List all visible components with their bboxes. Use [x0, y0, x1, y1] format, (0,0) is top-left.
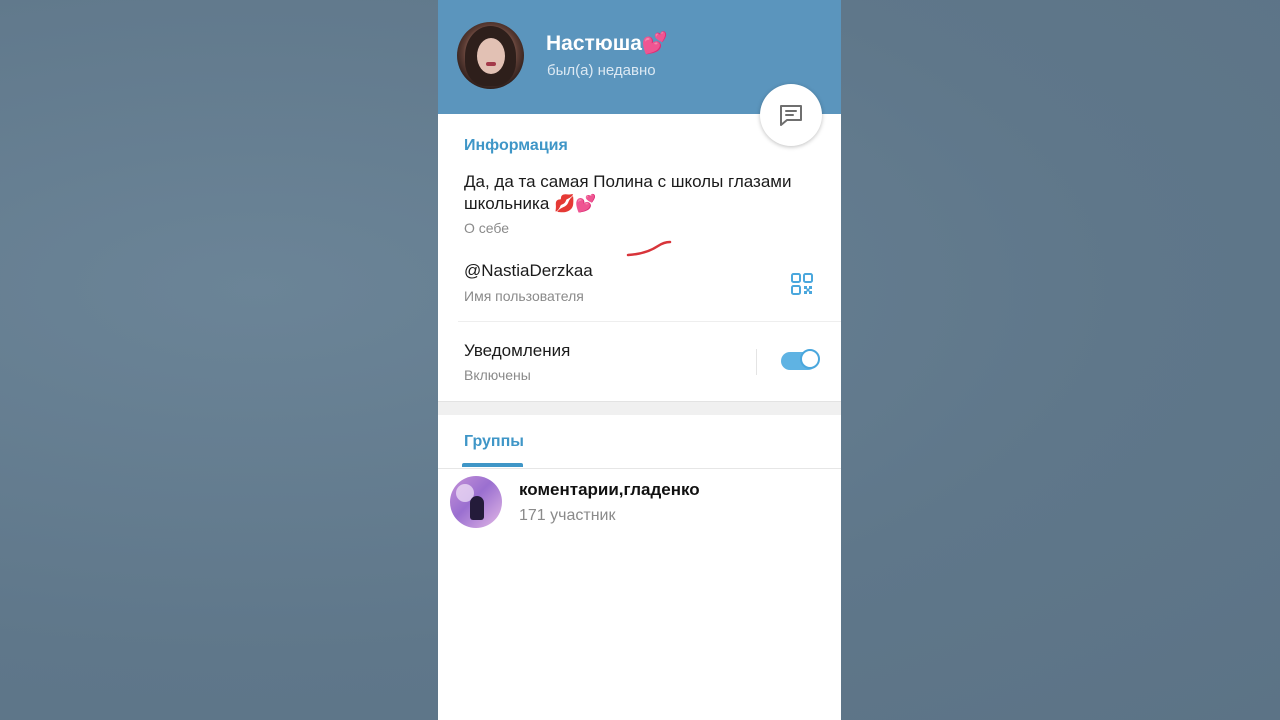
group-members: 171 участник — [519, 507, 616, 524]
divider — [458, 321, 841, 322]
profile-screen: Настюша💕 был(а) недавно Информация Да, д… — [438, 0, 841, 720]
message-button[interactable] — [760, 84, 822, 146]
notifications-state: Включены — [464, 367, 531, 383]
info-section-title: Информация — [464, 137, 568, 154]
chat-icon — [780, 105, 802, 126]
toggle-knob — [800, 349, 820, 369]
group-list-item[interactable]: коментарии,гладенко 171 участник — [438, 470, 841, 534]
profile-status: был(а) недавно — [547, 62, 656, 79]
group-name: коментарии,гладенко — [519, 480, 700, 499]
qr-code-button[interactable] — [790, 272, 814, 296]
tab-bar-divider — [438, 468, 841, 469]
bio-label: О себе — [464, 220, 510, 236]
section-gap — [438, 401, 841, 415]
profile-name: Настюша💕 — [546, 32, 669, 55]
red-scribble-mark — [626, 240, 672, 257]
bio-line-1: Да, да та самая Полина с школы глазами — [464, 172, 792, 191]
profile-avatar[interactable] — [457, 22, 524, 89]
username-value[interactable]: @NastiaDerzkaa — [464, 260, 593, 282]
toggle-separator — [756, 349, 757, 375]
notifications-label[interactable]: Уведомления — [464, 340, 570, 362]
qr-code-icon — [791, 273, 813, 295]
tab-groups[interactable]: Группы — [464, 433, 524, 451]
tab-active-indicator — [462, 463, 523, 467]
username-label: Имя пользователя — [464, 288, 584, 304]
notifications-toggle[interactable] — [781, 349, 820, 370]
bio-line-2: школьника 💋💕 — [464, 194, 597, 213]
group-avatar — [450, 476, 502, 528]
